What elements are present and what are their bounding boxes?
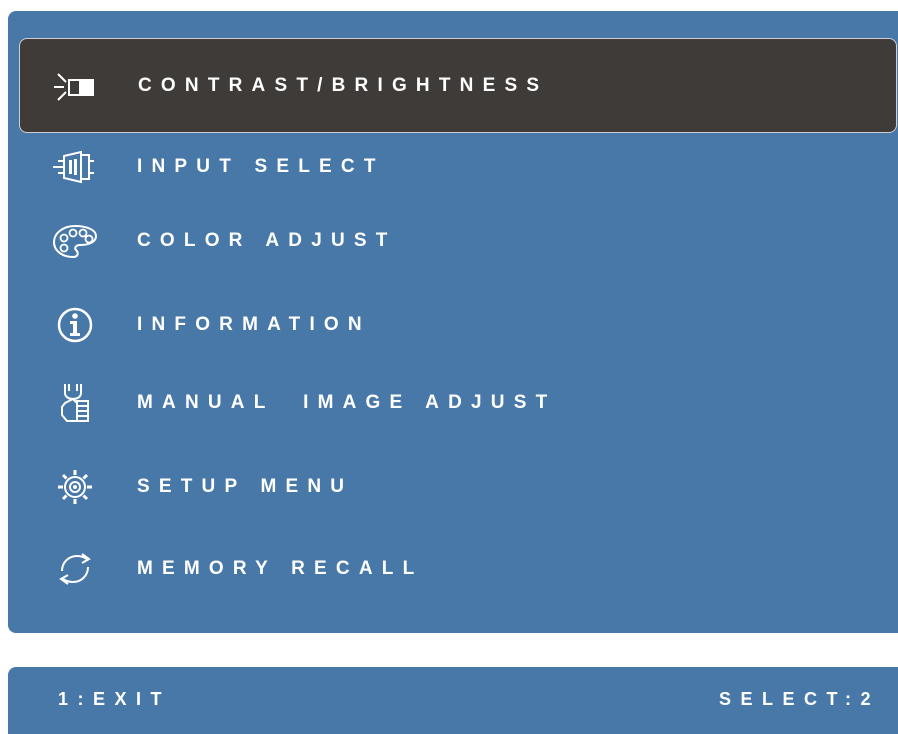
contrast-brightness-icon [52, 64, 100, 108]
info-icon [51, 303, 99, 347]
exit-hint[interactable]: 1:EXIT [58, 689, 171, 710]
menu-item-manual-image-adjust[interactable]: MANUAL IMAGE ADJUST [19, 364, 897, 442]
menu-item-setup-menu[interactable]: SETUP MENU [19, 448, 897, 526]
select-hint[interactable]: SELECT:2 [719, 689, 880, 710]
input-connector-icon [51, 145, 99, 189]
color-palette-icon [51, 219, 99, 263]
menu-item-memory-recall[interactable]: MEMORY RECALL [19, 530, 897, 608]
menu-item-information[interactable]: INFORMATION [19, 286, 897, 364]
menu-item-contrast-brightness[interactable]: CONTRAST/BRIGHTNESS [19, 38, 897, 133]
menu-item-label: INPUT SELECT [137, 156, 385, 177]
menu-item-color-adjust[interactable]: COLOR ADJUST [19, 202, 897, 280]
menu-item-label: COLOR ADJUST [137, 230, 397, 251]
recall-arrows-icon [51, 547, 99, 591]
menu-item-label: MANUAL IMAGE ADJUST [137, 392, 557, 413]
menu-item-label: MEMORY RECALL [137, 558, 424, 579]
menu-item-label: SETUP MENU [137, 476, 354, 497]
menu-item-label: INFORMATION [137, 314, 371, 335]
status-bar: 1:EXIT SELECT:2 [8, 667, 898, 734]
menu-item-input-select[interactable]: INPUT SELECT [19, 128, 897, 206]
manual-adjust-icon [51, 381, 99, 425]
menu-item-label: CONTRAST/BRIGHTNESS [138, 74, 549, 96]
gear-icon [51, 465, 99, 509]
